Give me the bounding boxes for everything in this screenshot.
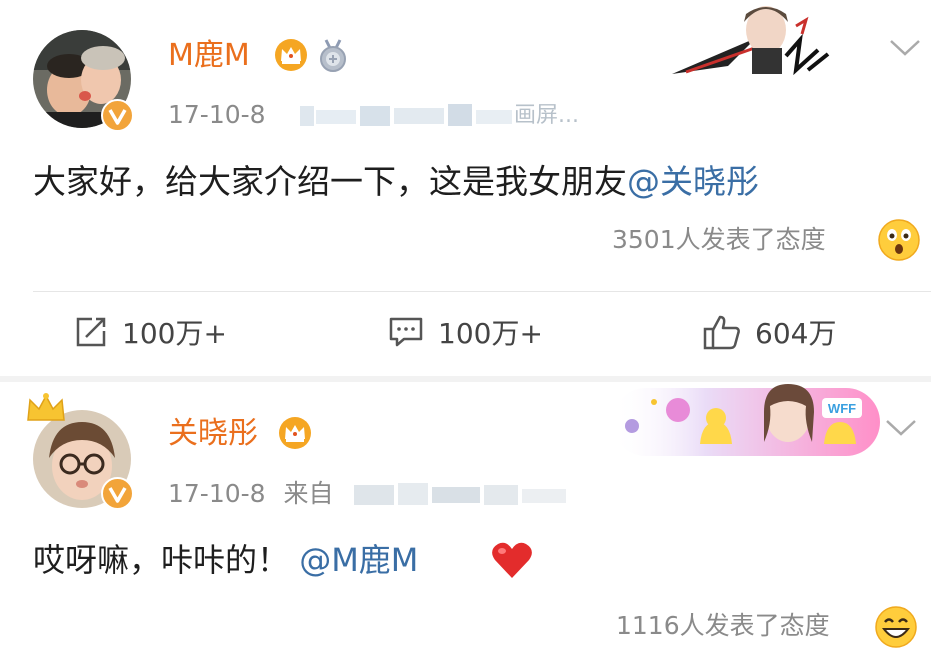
crown-icon[interactable] [274,38,308,72]
author-name[interactable]: 关晓彤 [168,414,258,454]
reaction-count[interactable]: 3501人发表了态度 [612,223,826,257]
share-button[interactable]: 100万+ [74,308,227,356]
card-decoration-image [668,0,838,82]
reaction-count[interactable]: 1116人发表了态度 [616,609,830,643]
source-tail: 画屏... [514,103,579,128]
crown-pendant-icon [24,392,68,424]
medal-icon[interactable] [316,38,350,72]
post-text-main: 哎呀嘛，咔咔的！ [33,541,290,579]
thumb-up-icon [703,315,740,350]
post-text-main: 大家好，给大家介绍一下，这是我女朋友 [33,162,627,201]
share-count: 100万+ [122,317,227,350]
divider [33,291,931,292]
verified-badge-icon [101,99,134,132]
like-count: 604万 [755,317,837,350]
share-icon [76,317,106,347]
chevron-down-icon[interactable] [885,418,917,438]
crown-icon[interactable] [278,416,312,450]
mention-link[interactable]: @M鹿M [299,541,418,579]
mention-link[interactable]: @关晓彤 [627,162,759,201]
comment-button[interactable]: 100万+ [388,308,543,356]
grinning-face-icon[interactable] [874,605,918,649]
comment-count: 100万+ [438,317,543,350]
deco-badge-text: WFF [828,401,856,416]
like-button[interactable]: 604万 [703,308,836,356]
surprised-face-icon[interactable] [877,218,921,262]
heart-icon [490,540,534,580]
post-text: 哎呀嘛，咔咔的！ @M鹿M [33,538,418,582]
source-blurred [354,479,582,511]
source-blurred: 画屏... [300,100,600,132]
post-date: 17-10-8 [168,479,266,508]
chevron-down-icon[interactable] [889,38,921,58]
card-decoration-image: WFF [592,382,882,460]
post-date: 17-10-8 [168,100,266,129]
post-date-and-source: 17-10-8 来自 [168,477,334,511]
verified-badge-icon [101,477,134,510]
source-prefix: 来自 [283,479,334,508]
author-name[interactable]: M鹿M [168,36,250,76]
comment-icon [389,317,423,347]
post-text: 大家好，给大家介绍一下，这是我女朋友@关晓彤 [33,160,759,204]
